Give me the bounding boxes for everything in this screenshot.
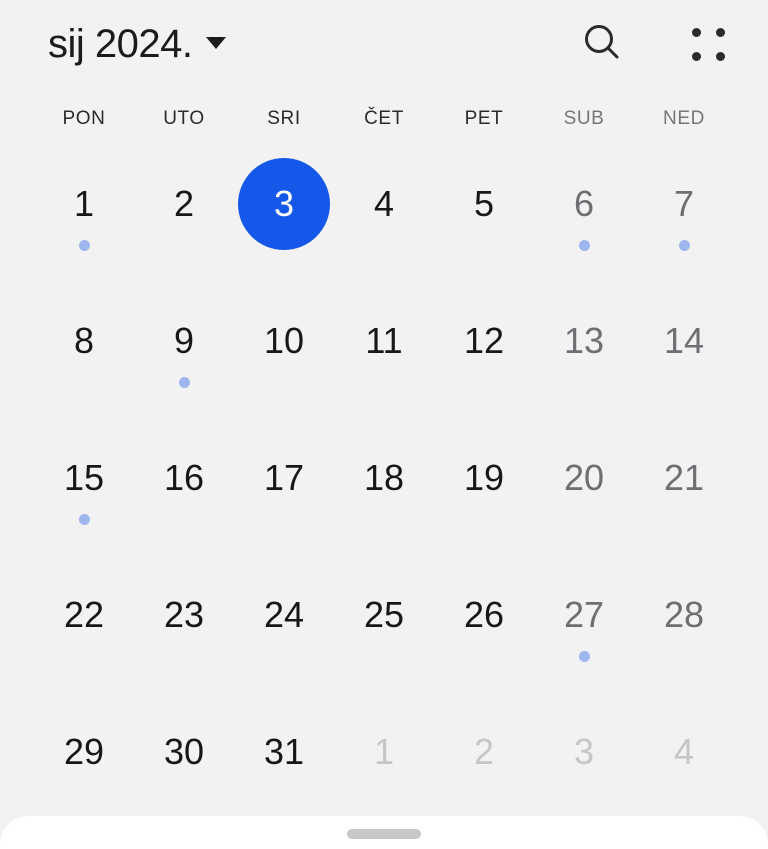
week-row: 1 2 3 4 5 6 7 [34,155,734,292]
day-cell[interactable]: 1 [34,155,134,292]
day-number: 22 [63,594,105,635]
day-cell[interactable]: 14 [634,292,734,429]
day-number: 26 [463,594,505,635]
day-cell[interactable]: 17 [234,429,334,566]
day-number: 18 [363,457,405,498]
day-number: 14 [663,320,705,361]
selected-day-number: 3 [238,158,330,250]
calendar-grid: 1 2 3 4 5 6 7 8 9 10 11 12 13 14 15 16 17 18 19 20 21 22 23 24 2… [0,155,768,840]
day-cell[interactable]: 25 [334,566,434,703]
day-number: 20 [563,457,605,498]
search-icon [580,20,624,69]
day-number: 9 [173,320,195,361]
day-number: 4 [373,183,395,224]
search-button[interactable] [578,20,626,68]
day-number: 7 [673,183,695,224]
calendar-screen: sij 2024. PON UTO SRI ČET PET SUB NED 1 … [0,0,768,849]
day-cell[interactable]: 11 [334,292,434,429]
day-cell[interactable]: 18 [334,429,434,566]
week-row: 22 23 24 25 26 27 28 [34,566,734,703]
chevron-down-icon [206,37,227,49]
week-row: 15 16 17 18 19 20 21 [34,429,734,566]
day-number: 27 [563,594,605,635]
weekday-label-6: NED [663,108,705,129]
more-options-button[interactable] [684,20,732,68]
day-number: 24 [263,594,305,635]
day-cell[interactable]: 28 [634,566,734,703]
day-number: 1 [373,731,395,772]
week-row: 8 9 10 11 12 13 14 [34,292,734,429]
day-number: 17 [263,457,305,498]
day-number: 29 [63,731,105,772]
day-cell[interactable]: 16 [134,429,234,566]
page-title: sij 2024. [48,22,193,66]
day-number: 19 [463,457,505,498]
day-number: 2 [473,731,495,772]
app-header: sij 2024. [0,0,768,88]
day-cell[interactable]: 10 [234,292,334,429]
day-cell[interactable]: 27 [534,566,634,703]
day-cell[interactable]: 9 [134,292,234,429]
day-number: 13 [563,320,605,361]
day-cell[interactable]: 4 [334,155,434,292]
weekday-label-3: ČET [364,108,404,129]
drag-handle-icon[interactable] [347,829,421,839]
bottom-sheet[interactable] [0,816,768,849]
day-cell[interactable]: 8 [34,292,134,429]
weekday-label-0: PON [62,108,106,129]
month-selector[interactable]: sij 2024. [48,22,227,66]
day-cell[interactable]: 21 [634,429,734,566]
day-cell[interactable]: 23 [134,566,234,703]
day-cell[interactable]: 19 [434,429,534,566]
day-cell[interactable]: 15 [34,429,134,566]
day-number: 6 [573,183,595,224]
weekday-label-1: UTO [163,108,205,129]
day-number: 1 [73,183,95,224]
day-number: 23 [163,594,205,635]
header-actions [578,20,732,68]
day-cell[interactable]: 5 [434,155,534,292]
day-cell[interactable]: 24 [234,566,334,703]
day-number: 30 [163,731,205,772]
weekday-label-5: SUB [563,108,605,129]
day-number: 3 [573,731,595,772]
day-cell[interactable]: 6 [534,155,634,292]
day-cell[interactable]: 2 [134,155,234,292]
day-number: 21 [663,457,705,498]
day-number: 2 [173,183,195,224]
day-cell[interactable]: 13 [534,292,634,429]
day-cell[interactable]: 3 [234,155,334,292]
day-number: 31 [263,731,305,772]
day-number: 15 [63,457,105,498]
weekday-label-4: PET [464,108,504,129]
day-cell[interactable]: 22 [34,566,134,703]
day-number: 16 [163,457,205,498]
day-number: 11 [365,320,403,361]
weekday-label-2: SRI [267,108,301,129]
day-number: 25 [363,594,405,635]
weekday-header-row: PON UTO SRI ČET PET SUB NED [0,108,768,130]
day-number: 10 [263,320,305,361]
four-dot-grid-icon [691,27,725,61]
day-cell[interactable]: 20 [534,429,634,566]
day-number: 12 [463,320,505,361]
day-cell[interactable]: 26 [434,566,534,703]
day-number: 28 [663,594,705,635]
day-cell[interactable]: 12 [434,292,534,429]
day-cell[interactable]: 7 [634,155,734,292]
day-number: 4 [673,731,695,772]
day-number: 5 [473,183,495,224]
day-number: 8 [73,320,95,361]
